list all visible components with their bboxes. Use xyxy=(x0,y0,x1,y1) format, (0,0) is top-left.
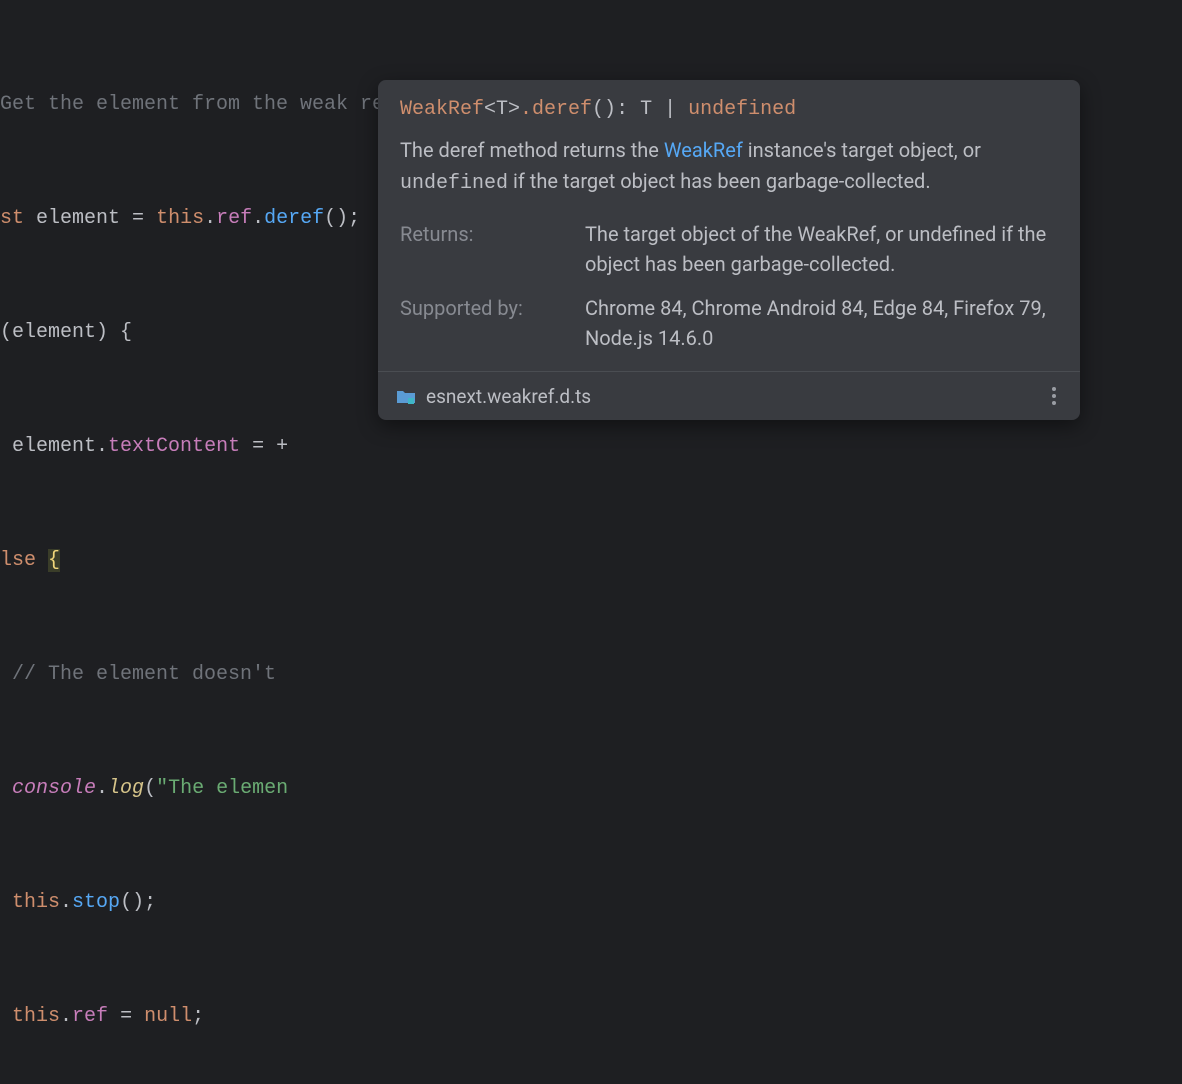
sig-method: .deref xyxy=(520,98,592,121)
more-options-icon[interactable] xyxy=(1046,383,1062,409)
kw-null: null xyxy=(144,1005,192,1028)
prop-textcontent: textContent xyxy=(108,435,240,458)
doc-link-weakref[interactable]: WeakRef xyxy=(664,138,743,162)
source-file[interactable]: esnext.weakref.d.ts xyxy=(426,385,591,408)
tooltip-footer: esnext.weakref.d.ts xyxy=(378,371,1080,420)
method-stop: stop xyxy=(72,891,120,914)
sig-parens: () xyxy=(592,98,616,121)
kw-this: this xyxy=(156,207,204,230)
returns-label: Returns: xyxy=(400,219,575,279)
method-deref: deref xyxy=(264,207,324,230)
sig-undefined: undefined xyxy=(688,98,796,121)
log-method: log xyxy=(108,777,144,800)
kw-else: lse xyxy=(0,549,36,572)
var-element: element xyxy=(36,207,120,230)
console-obj: console xyxy=(12,777,96,800)
doc-text: The deref method returns the xyxy=(400,138,664,162)
op-assign: = + xyxy=(252,435,288,458)
sig-generic: <T> xyxy=(484,98,520,121)
documentation-tooltip: WeakRef<T>.deref(): T | undefined The de… xyxy=(378,80,1080,420)
kw-const: st xyxy=(0,207,24,230)
supported-value: Chrome 84, Chrome Android 84, Edge 84, F… xyxy=(585,293,1058,353)
sig-return-sep: : T | xyxy=(616,98,688,121)
brace-highlight: { xyxy=(48,549,60,572)
supported-label: Supported by: xyxy=(400,293,575,353)
prop-ref: ref xyxy=(216,207,252,230)
sig-class: WeakRef xyxy=(400,98,484,121)
doc-text: instance's target object, or xyxy=(743,138,981,162)
code-comment: // The element doesn't xyxy=(12,663,288,686)
doc-text: if the target object has been garbage-co… xyxy=(508,169,931,193)
prop-ref: ref xyxy=(72,1005,108,1028)
tooltip-description: The deref method returns the WeakRef ins… xyxy=(378,135,1080,215)
returns-value: The target object of the WeakRef, or und… xyxy=(585,219,1058,279)
string-literal: "The elemen xyxy=(156,777,288,800)
kw-this: this xyxy=(12,891,60,914)
var-element: element xyxy=(12,321,96,344)
doc-mono-undefined: undefined xyxy=(400,172,508,195)
kw-this: this xyxy=(12,1005,60,1028)
tooltip-signature: WeakRef<T>.deref(): T | undefined xyxy=(378,80,1080,135)
file-icon xyxy=(396,388,416,404)
var-element: element xyxy=(12,435,96,458)
